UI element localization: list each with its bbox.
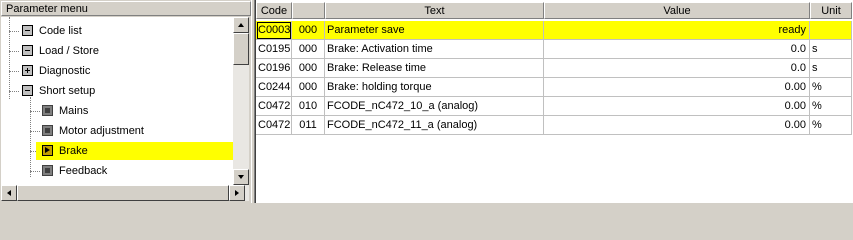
tree-vertical-scrollbar[interactable] — [233, 17, 249, 185]
value-cell[interactable]: 0.00 — [544, 97, 810, 116]
vertical-scroll-thumb[interactable] — [233, 33, 249, 65]
code-cell[interactable]: C0472 — [256, 116, 292, 135]
code-cell[interactable]: C0003 — [256, 21, 292, 40]
index-cell[interactable]: 000 — [292, 78, 325, 97]
leaf-node-icon — [42, 105, 53, 116]
collapse-icon[interactable] — [22, 85, 33, 96]
column-header-code[interactable]: Code — [256, 2, 292, 19]
value-cell[interactable]: 0.00 — [544, 116, 810, 135]
unit-cell[interactable] — [810, 21, 852, 40]
tree-item-brake[interactable]: Brake — [1, 143, 233, 159]
tree-item-diagnostic[interactable]: Diagnostic — [1, 63, 233, 79]
index-cell[interactable]: 000 — [292, 40, 325, 59]
column-header-value[interactable]: Value — [544, 2, 810, 19]
parameter-grid[interactable]: Code Text Value Unit C0003 000 Parameter… — [255, 0, 853, 203]
value-cell[interactable]: 0.0 — [544, 40, 810, 59]
tree-horizontal-scrollbar[interactable] — [1, 185, 249, 201]
table-row[interactable]: C0196 000 Brake: Release time 0.0 s — [256, 59, 853, 78]
tree-item-code-list[interactable]: Code list — [1, 23, 233, 39]
horizontal-scroll-thumb[interactable] — [17, 185, 229, 201]
expand-icon[interactable] — [22, 65, 33, 76]
value-cell[interactable]: 0.00 — [544, 78, 810, 97]
text-cell[interactable]: Brake: holding torque — [325, 78, 544, 97]
table-row[interactable]: C0244 000 Brake: holding torque 0.00 % — [256, 78, 853, 97]
tree-item-motor-adjustment[interactable]: Motor adjustment — [1, 123, 233, 139]
tree-item-feedback[interactable]: Feedback — [1, 163, 233, 179]
parameter-menu-panel: Parameter menu Code list Load / Store Di… — [0, 0, 251, 203]
column-header-index[interactable] — [292, 2, 325, 19]
code-cell[interactable]: C0472 — [256, 97, 292, 116]
code-cell[interactable]: C0195 — [256, 40, 292, 59]
table-row[interactable]: C0472 010 FCODE_nC472_10_a (analog) 0.00… — [256, 97, 853, 116]
scroll-left-arrow-icon[interactable] — [1, 185, 17, 201]
unit-cell[interactable]: s — [810, 59, 852, 78]
text-cell[interactable]: FCODE_nC472_11_a (analog) — [325, 116, 544, 135]
tree-item-label: Motor adjustment — [59, 125, 144, 137]
table-row[interactable]: C0003 000 Parameter save ready — [256, 21, 853, 40]
tree-item-label: Diagnostic — [39, 65, 91, 77]
leaf-node-icon — [42, 125, 53, 136]
index-cell[interactable]: 010 — [292, 97, 325, 116]
leaf-node-icon — [42, 165, 53, 176]
text-cell[interactable]: Brake: Release time — [325, 59, 544, 78]
text-cell[interactable]: Brake: Activation time — [325, 40, 544, 59]
table-row[interactable]: C0472 011 FCODE_nC472_11_a (analog) 0.00… — [256, 116, 853, 135]
unit-cell[interactable]: % — [810, 78, 852, 97]
scroll-right-arrow-icon[interactable] — [229, 185, 245, 201]
collapse-icon[interactable] — [22, 45, 33, 56]
tree-item-mains[interactable]: Mains — [1, 103, 233, 119]
code-cell[interactable]: C0196 — [256, 59, 292, 78]
tree-item-label: Code list — [39, 25, 82, 37]
tree-item-short-setup[interactable]: Short setup — [1, 83, 233, 99]
unit-cell[interactable]: % — [810, 97, 852, 116]
value-cell[interactable]: 0.0 — [544, 59, 810, 78]
parameter-tree[interactable]: Code list Load / Store Diagnostic Short … — [1, 17, 233, 185]
tree-item-label: Feedback — [59, 165, 108, 177]
tree-item-load-store[interactable]: Load / Store — [1, 43, 233, 59]
tree-item-label: Short setup — [39, 85, 96, 97]
tree-item-label: Brake — [59, 145, 88, 157]
column-header-unit[interactable]: Unit — [810, 2, 852, 19]
tree-item-label: Mains — [59, 105, 89, 117]
scroll-up-arrow-icon[interactable] — [233, 17, 249, 33]
index-cell[interactable]: 000 — [292, 21, 325, 40]
parameter-menu-title: Parameter menu — [1, 1, 251, 16]
unit-cell[interactable]: % — [810, 116, 852, 135]
table-row[interactable]: C0195 000 Brake: Activation time 0.0 s — [256, 40, 853, 59]
tree-item-label: Load / Store — [39, 45, 99, 57]
index-cell[interactable]: 011 — [292, 116, 325, 135]
value-cell[interactable]: ready — [544, 21, 810, 40]
active-node-icon — [42, 145, 53, 156]
scroll-down-arrow-icon[interactable] — [233, 169, 249, 185]
code-cell[interactable]: C0244 — [256, 78, 292, 97]
collapse-icon[interactable] — [22, 25, 33, 36]
text-cell[interactable]: FCODE_nC472_10_a (analog) — [325, 97, 544, 116]
unit-cell[interactable]: s — [810, 40, 852, 59]
column-header-text[interactable]: Text — [325, 2, 544, 19]
index-cell[interactable]: 000 — [292, 59, 325, 78]
text-cell[interactable]: Parameter save — [325, 21, 544, 40]
